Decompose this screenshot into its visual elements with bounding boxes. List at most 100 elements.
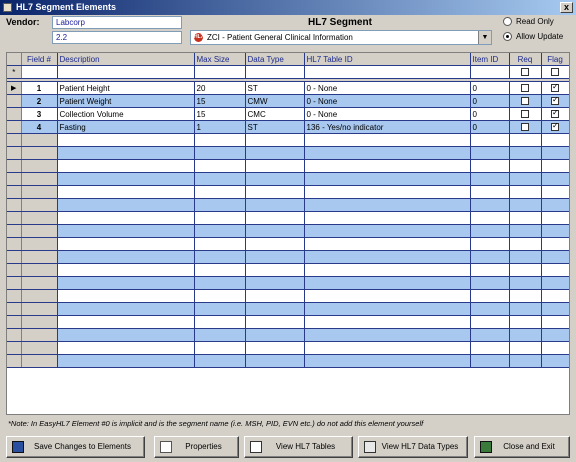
- empty-grid-cell: [21, 263, 58, 277]
- new-row-cell[interactable]: [57, 65, 195, 79]
- empty-grid-cell: [509, 185, 542, 199]
- empty-grid-row: [7, 315, 569, 329]
- field-number-cell[interactable]: 1: [21, 81, 58, 95]
- req-checkbox-cell[interactable]: [509, 94, 542, 108]
- vendor-name-field[interactable]: Labcorp: [52, 16, 182, 29]
- close-and-exit-button[interactable]: Close and Exit: [474, 436, 570, 458]
- new-row-cell[interactable]: [304, 65, 471, 79]
- flag-checkbox-cell[interactable]: [541, 81, 569, 95]
- col-header-description[interactable]: Description: [57, 53, 195, 66]
- table-row[interactable]: 4 Fasting 1 ST 136 - Yes/no indicator 0: [7, 120, 569, 134]
- save-changes-label: Save Changes to Elements: [34, 442, 131, 451]
- row-selector[interactable]: [7, 107, 22, 121]
- data-type-cell[interactable]: ST: [245, 120, 305, 134]
- flag-checkbox[interactable]: [551, 121, 559, 132]
- col-header-data-type[interactable]: Data Type: [245, 53, 305, 66]
- title-bar[interactable]: HL7 Segment Elements x: [0, 0, 576, 15]
- elements-grid[interactable]: Field # Description Max Size Data Type H…: [6, 52, 570, 415]
- max-size-cell[interactable]: 20: [194, 81, 246, 95]
- view-hl7-tables-button[interactable]: View HL7 Tables: [244, 436, 353, 458]
- col-header-field[interactable]: Field #: [21, 53, 58, 66]
- new-row-cell[interactable]: [21, 65, 58, 79]
- max-size-cell[interactable]: 15: [194, 107, 246, 121]
- empty-grid-cell: [541, 289, 569, 303]
- table-id-cell[interactable]: 0 - None: [304, 94, 471, 108]
- item-id-cell[interactable]: 0: [470, 94, 510, 108]
- new-row-cell[interactable]: [194, 65, 246, 79]
- radio-circle-icon: [503, 17, 512, 27]
- item-id-cell[interactable]: 0: [470, 107, 510, 121]
- flag-checkbox-cell[interactable]: [541, 107, 569, 121]
- item-id-cell[interactable]: 0: [470, 120, 510, 134]
- flag-checkbox[interactable]: [551, 82, 559, 93]
- req-checkbox-cell[interactable]: [509, 120, 542, 134]
- save-changes-button[interactable]: Save Changes to Elements: [6, 436, 145, 458]
- empty-grid-cell: [541, 250, 569, 264]
- table-row[interactable]: 2 Patient Weight 15 CMW 0 - None 0: [7, 94, 569, 108]
- description-cell[interactable]: Fasting: [57, 120, 195, 134]
- new-row-req-checkbox[interactable]: [509, 65, 542, 79]
- new-row-cell[interactable]: [245, 65, 305, 79]
- description-cell[interactable]: Patient Weight: [57, 94, 195, 108]
- req-checkbox[interactable]: [521, 110, 529, 119]
- view-hl7-data-types-button[interactable]: View HL7 Data Types: [358, 436, 468, 458]
- checkbox-icon[interactable]: [521, 68, 529, 77]
- table-id-cell[interactable]: 0 - None: [304, 107, 471, 121]
- properties-label: Properties: [185, 442, 222, 451]
- data-type-cell[interactable]: ST: [245, 81, 305, 95]
- allow-update-radio[interactable]: Allow Update: [503, 32, 563, 42]
- chevron-down-icon[interactable]: ▼: [478, 31, 491, 44]
- segment-select[interactable]: HL7 ZCI - Patient General Clinical Infor…: [190, 30, 492, 45]
- description-cell[interactable]: Collection Volume: [57, 107, 195, 121]
- table-row[interactable]: 3 Collection Volume 15 CMC 0 - None 0: [7, 107, 569, 121]
- properties-button[interactable]: Properties: [154, 436, 239, 458]
- flag-checkbox-cell[interactable]: [541, 120, 569, 134]
- read-only-radio[interactable]: Read Only: [503, 17, 554, 27]
- empty-grid-cell: [470, 341, 510, 355]
- new-row-flag-checkbox[interactable]: [541, 65, 569, 79]
- col-header-max-size[interactable]: Max Size: [194, 53, 246, 66]
- flag-checkbox[interactable]: [551, 95, 559, 106]
- description-cell[interactable]: Patient Height: [57, 81, 195, 95]
- row-selector[interactable]: ▶: [7, 81, 22, 95]
- table-id-cell[interactable]: 136 - Yes/no indicator: [304, 120, 471, 134]
- checkbox-icon[interactable]: [551, 68, 559, 77]
- col-header-item-id[interactable]: Item ID: [470, 53, 510, 66]
- empty-grid-cell: [470, 289, 510, 303]
- req-checkbox[interactable]: [521, 123, 529, 132]
- req-checkbox-cell[interactable]: [509, 81, 542, 95]
- table-id-cell[interactable]: 0 - None: [304, 81, 471, 95]
- req-checkbox[interactable]: [521, 84, 529, 93]
- empty-grid-cell: [7, 354, 22, 368]
- row-selector[interactable]: [7, 120, 22, 134]
- close-icon[interactable]: x: [560, 2, 573, 13]
- max-size-cell[interactable]: 1: [194, 120, 246, 134]
- req-checkbox[interactable]: [521, 97, 529, 106]
- field-number-cell[interactable]: 4: [21, 120, 58, 134]
- field-number-cell[interactable]: 2: [21, 94, 58, 108]
- new-row-cell[interactable]: [470, 65, 510, 79]
- row-selector[interactable]: [7, 94, 22, 108]
- flag-checkbox[interactable]: [551, 108, 559, 119]
- table-row[interactable]: ▶ 1 Patient Height 20 ST 0 - None 0: [7, 81, 569, 95]
- data-type-cell[interactable]: CMW: [245, 94, 305, 108]
- empty-grid-cell: [304, 172, 471, 186]
- empty-grid-cell: [509, 328, 542, 342]
- req-checkbox-cell[interactable]: [509, 107, 542, 121]
- max-size-cell[interactable]: 15: [194, 94, 246, 108]
- empty-grid-row: [7, 224, 569, 238]
- field-number-cell[interactable]: 3: [21, 107, 58, 121]
- empty-grid-cell: [7, 211, 22, 225]
- vendor-version-field[interactable]: 2.2: [52, 31, 182, 44]
- empty-grid-cell: [470, 133, 510, 147]
- flag-checkbox-cell[interactable]: [541, 94, 569, 108]
- empty-grid-cell: [21, 289, 58, 303]
- col-header-req[interactable]: Req: [509, 53, 542, 66]
- data-type-cell[interactable]: CMC: [245, 107, 305, 121]
- new-record-row[interactable]: *: [7, 65, 569, 79]
- item-id-cell[interactable]: 0: [470, 81, 510, 95]
- col-header-flag[interactable]: Flag: [541, 53, 569, 66]
- empty-grid-cell: [21, 328, 58, 342]
- empty-grid-cell: [57, 211, 195, 225]
- col-header-table-id[interactable]: HL7 Table ID: [304, 53, 471, 66]
